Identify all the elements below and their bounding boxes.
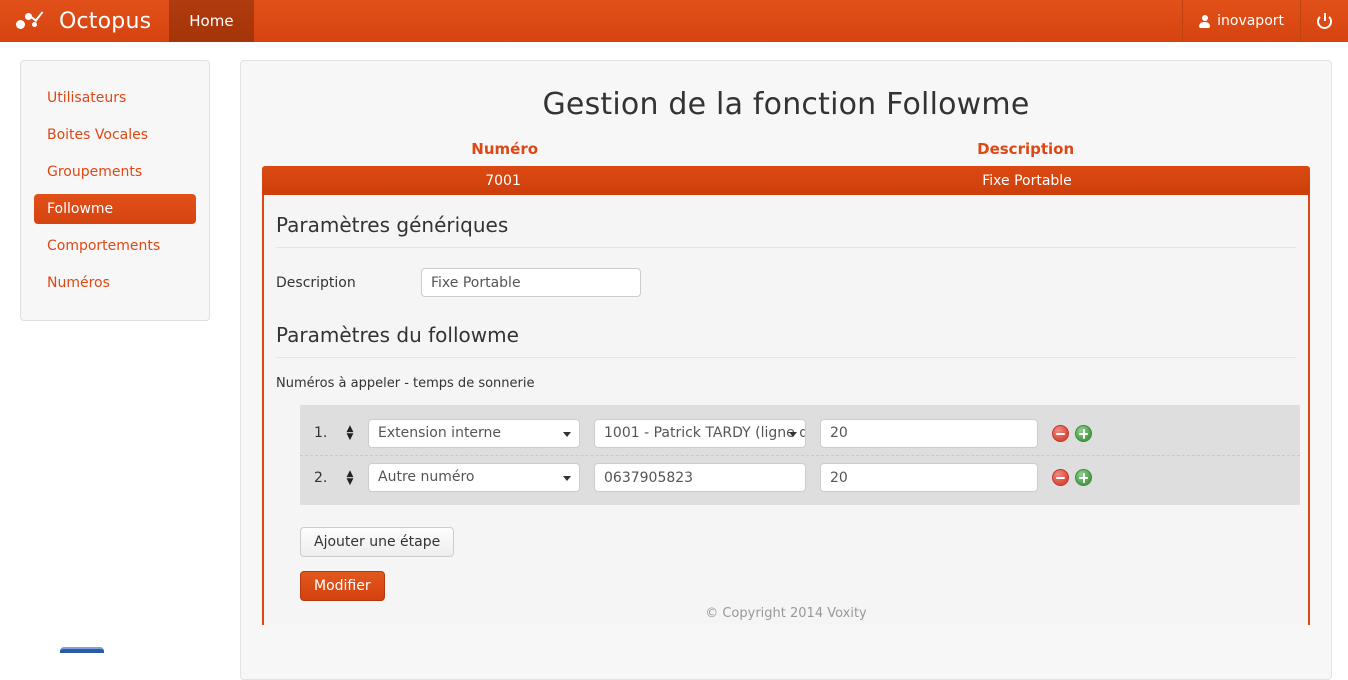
column-header-description: Description [977,140,1075,158]
brand-name: Octopus [59,8,152,34]
table-cell-numero: 7001 [485,172,521,189]
sidebar-item-label: Groupements [47,164,143,180]
followme-params-title: Paramètres du followme [276,323,519,347]
footer-copyright: © Copyright 2014 Voxity [705,606,867,621]
sidebar-item-label: Utilisateurs [47,90,127,106]
chat-widget-handle[interactable] [60,647,104,653]
table-cell-description: Fixe Portable [982,172,1072,189]
sidebar-item-label: Followme [47,201,114,217]
sidebar-item-label: Comportements [47,238,161,254]
drag-handle-icon[interactable]: ▲ ▼ [340,425,360,442]
user-name-label: inovaport [1217,13,1284,29]
minus-circle-icon[interactable] [1052,424,1069,442]
followme-steps-list: 1. ▲ ▼ Extension interne 1001 - Patrick T… [300,405,1300,505]
step-actions [1052,424,1092,442]
step-type-select[interactable]: Autre numéro [368,463,580,492]
step-actions [1052,469,1092,486]
sidebar-item-boites-vocales[interactable]: Boites Vocales [34,120,196,150]
steps-sub-label: Numéros à appeler - temps de sonnerie [276,376,535,391]
octopus-dots-logo-icon [16,8,50,31]
brand-logo[interactable]: Octopus [0,0,169,42]
top-navbar: Octopus Home inovaport [0,0,1348,42]
drag-handle-icon[interactable]: ▲ ▼ [340,469,360,486]
step-type-value: Extension interne [378,424,502,441]
plus-circle-icon[interactable] [1075,424,1092,442]
page-title: Gestion de la fonction Followme [542,87,1030,122]
nav-tab-home-label: Home [189,12,234,30]
sidebar-item-groupements[interactable]: Groupements [34,157,196,187]
step-type-select[interactable]: Extension interne [368,418,580,448]
sidebar-item-comportements[interactable]: Comportements [34,231,196,261]
step-ring-time-input[interactable] [820,418,1038,448]
user-icon [1199,14,1211,28]
sidebar-item-utilisateurs[interactable]: Utilisateurs [34,83,196,113]
sidebar: Utilisateurs Boites Vocales Groupements … [20,60,210,321]
minus-circle-icon[interactable] [1052,469,1069,486]
step-row: 2. ▲ ▼ Autre numéro [300,455,1300,499]
navbar-right-group: inovaport [1182,0,1348,42]
step-target-input[interactable] [594,463,806,492]
table-row-selected[interactable]: 7001 Fixe Portable [262,166,1310,195]
power-icon [1317,12,1332,29]
sidebar-item-label: Numéros [47,275,110,291]
main-panel: Gestion de la fonction Followme Numéro D… [240,60,1332,680]
divider [276,357,1296,358]
nav-tab-home[interactable]: Home [169,0,254,42]
followme-table-header: Numéro Description [265,140,1307,166]
description-input[interactable] [421,268,641,297]
description-label: Description [276,274,356,291]
step-target-value: 1001 - Patrick TARDY (ligne d [604,424,806,441]
divider [276,247,1296,248]
column-header-numero: Numéro [471,140,539,158]
generic-params-title: Paramètres génériques [276,213,509,237]
followme-detail-panel: Paramètres génériques Description Paramè… [262,195,1310,625]
step-type-value: Autre numéro [378,469,475,485]
step-index: 1. [314,425,328,441]
logout-button[interactable] [1300,0,1348,42]
description-form-row: Description [276,264,1296,319]
submit-modify-button[interactable]: Modifier [300,571,385,601]
step-ring-time-input[interactable] [820,463,1038,492]
add-step-button[interactable]: Ajouter une étape [300,527,455,557]
sidebar-item-numeros[interactable]: Numéros [34,268,196,298]
sidebar-item-followme[interactable]: Followme [34,194,196,224]
user-menu[interactable]: inovaport [1182,0,1300,42]
step-row: 1. ▲ ▼ Extension interne 1001 - Patrick T… [300,411,1300,455]
plus-circle-icon[interactable] [1075,469,1092,486]
step-index: 2. [314,469,328,486]
sidebar-item-label: Boites Vocales [47,127,149,143]
step-target-select[interactable]: 1001 - Patrick TARDY (ligne d [594,418,806,448]
